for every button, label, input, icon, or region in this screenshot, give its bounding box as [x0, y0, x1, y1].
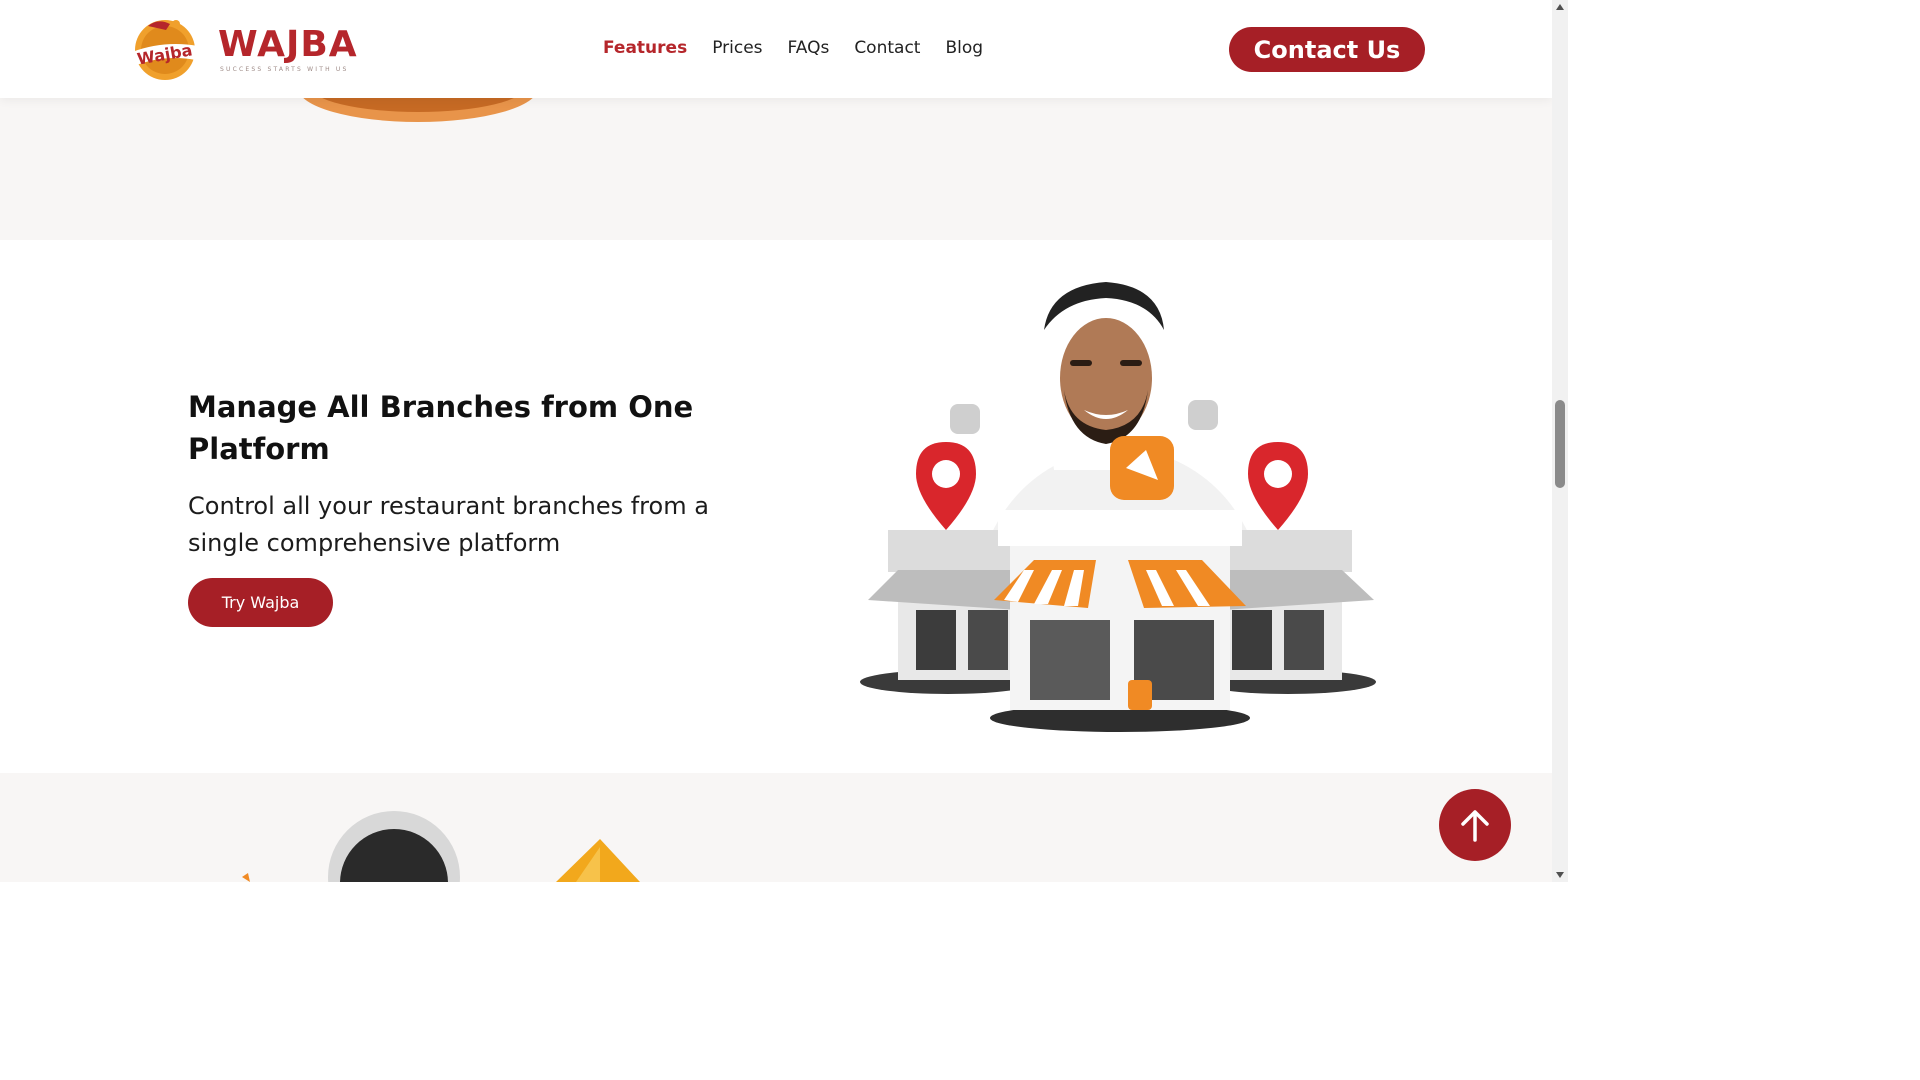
try-wajba-button[interactable]: Try Wajba	[188, 578, 333, 627]
wajba-badge-icon: Wajba	[132, 20, 198, 80]
next-illustration	[242, 811, 640, 882]
nav-blog[interactable]: Blog	[945, 38, 983, 58]
next-feature-section	[0, 773, 1552, 882]
nav-prices[interactable]: Prices	[712, 38, 762, 58]
brand-name: WAJBA	[218, 24, 358, 65]
nav-faqs[interactable]: FAQs	[788, 38, 830, 58]
scrollbar-thumb[interactable]	[1555, 400, 1565, 488]
scroll-up-arrow-icon[interactable]	[1556, 4, 1564, 10]
brand-tagline: SUCCESS STARTS WITH US	[220, 66, 349, 73]
location-pin-right	[1248, 442, 1308, 530]
scroll-down-arrow-icon[interactable]	[1556, 872, 1564, 878]
location-pin-left	[916, 442, 976, 530]
contact-us-button[interactable]: Contact Us	[1229, 27, 1425, 72]
feature-section: Manage All Branches from One Platform Co…	[0, 240, 1552, 773]
nav-features[interactable]: Features	[603, 38, 687, 58]
bowl-illustration	[303, 98, 533, 122]
feature-title: Manage All Branches from One Platform	[188, 390, 694, 466]
scroll-to-top-button[interactable]	[1439, 789, 1511, 861]
site-header: Wajba WAJBA SUCCESS STARTS WITH US Featu…	[0, 0, 1552, 98]
arrow-up-icon	[1461, 810, 1489, 842]
feature-description: Control all your restaurant branches fro…	[188, 492, 709, 557]
nav-contact[interactable]: Contact	[854, 38, 920, 58]
store-center	[994, 510, 1246, 710]
page-scrollbar[interactable]	[1552, 0, 1568, 882]
branches-illustration	[860, 282, 1376, 732]
main-nav: Features Prices FAQs Contact Blog	[603, 38, 983, 58]
previous-feature-section	[0, 98, 1552, 240]
brand-logo[interactable]: Wajba WAJBA SUCCESS STARTS WITH US	[128, 16, 358, 82]
